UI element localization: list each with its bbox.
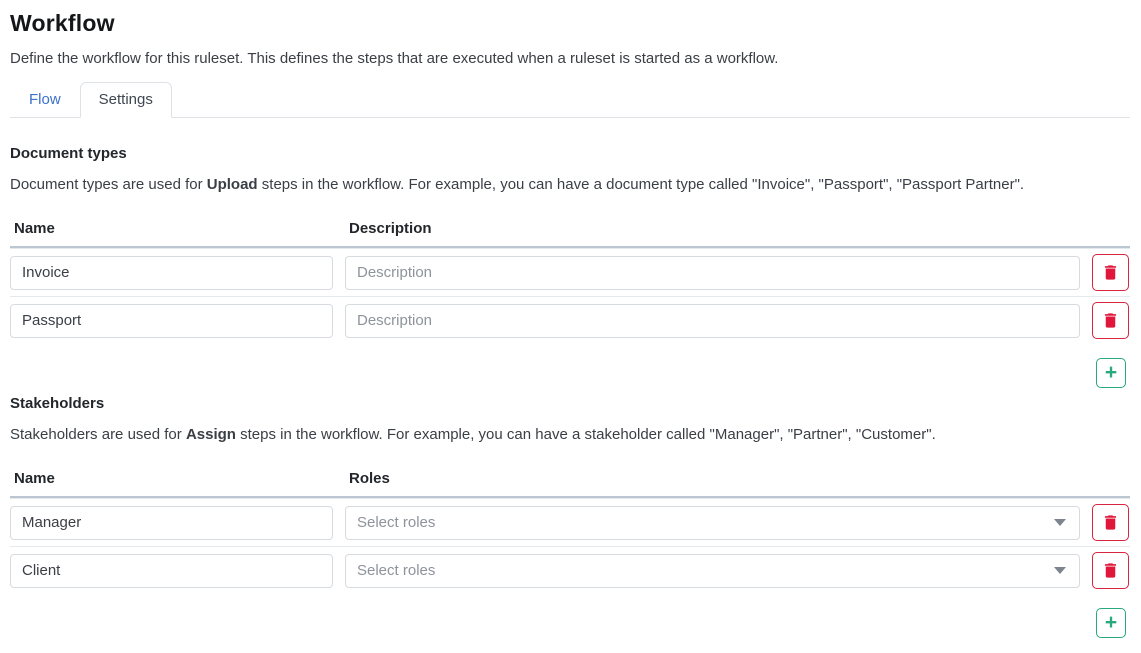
delete-stakeholder-button[interactable]: [1092, 504, 1129, 541]
document-types-section: Document types Document types are used f…: [10, 145, 1130, 388]
page-title: Workflow: [10, 10, 1130, 37]
caret-down-icon: [1054, 519, 1066, 526]
trash-icon: [1101, 513, 1120, 532]
column-header-description: Description: [349, 220, 1080, 237]
stakeholder-name-input[interactable]: [10, 554, 333, 588]
tab-settings[interactable]: Settings: [80, 82, 172, 118]
plus-icon: +: [1105, 362, 1117, 383]
roles-select[interactable]: Select roles: [345, 506, 1080, 540]
caret-down-icon: [1054, 567, 1066, 574]
plus-icon: +: [1105, 612, 1117, 633]
description-text: steps in the workflow. For example, you …: [236, 426, 936, 443]
document-type-name-input[interactable]: [10, 304, 333, 338]
column-header-name: Name: [14, 470, 337, 487]
column-header-roles: Roles: [349, 470, 1080, 487]
add-stakeholder-button[interactable]: +: [1096, 608, 1126, 638]
column-header-name: Name: [14, 220, 337, 237]
trash-icon: [1101, 263, 1120, 282]
description-bold-text: Assign: [186, 426, 236, 443]
stakeholder-name-input[interactable]: [10, 506, 333, 540]
stakeholder-row: Select roles: [10, 546, 1130, 594]
trash-icon: [1101, 311, 1120, 330]
document-type-name-input[interactable]: [10, 256, 333, 290]
tab-flow[interactable]: Flow: [10, 82, 80, 118]
description-text: Document types are used for: [10, 176, 207, 193]
delete-stakeholder-button[interactable]: [1092, 552, 1129, 589]
workflow-settings-page: Workflow Define the workflow for this ru…: [0, 0, 1141, 653]
document-types-heading: Document types: [10, 145, 1130, 162]
roles-select[interactable]: Select roles: [345, 554, 1080, 588]
description-text: Stakeholders are used for: [10, 426, 186, 443]
table-footer-row: +: [10, 358, 1130, 388]
stakeholders-section: Stakeholders Stakeholders are used for A…: [10, 395, 1130, 638]
stakeholders-table: Name Roles Select roles: [10, 470, 1130, 638]
stakeholders-heading: Stakeholders: [10, 395, 1130, 412]
stakeholders-description: Stakeholders are used for Assign steps i…: [10, 426, 1130, 443]
add-document-type-button[interactable]: +: [1096, 358, 1126, 388]
document-types-table: Name Description: [10, 220, 1130, 388]
roles-select-placeholder: Select roles: [357, 514, 435, 531]
document-type-description-input[interactable]: [345, 304, 1080, 338]
trash-icon: [1101, 561, 1120, 580]
page-description: Define the workflow for this ruleset. Th…: [10, 50, 1130, 67]
delete-document-type-button[interactable]: [1092, 254, 1129, 291]
stakeholder-row: Select roles: [10, 498, 1130, 546]
description-bold-text: Upload: [207, 176, 258, 193]
delete-document-type-button[interactable]: [1092, 302, 1129, 339]
document-type-row: [10, 296, 1130, 344]
roles-select-placeholder: Select roles: [357, 562, 435, 579]
table-footer-row: +: [10, 608, 1130, 638]
workflow-tabs: Flow Settings: [10, 82, 1130, 118]
description-text: steps in the workflow. For example, you …: [258, 176, 1025, 193]
table-header-row: Name Roles: [10, 470, 1130, 498]
table-header-row: Name Description: [10, 220, 1130, 248]
document-types-description: Document types are used for Upload steps…: [10, 176, 1130, 193]
document-type-row: [10, 248, 1130, 296]
document-type-description-input[interactable]: [345, 256, 1080, 290]
